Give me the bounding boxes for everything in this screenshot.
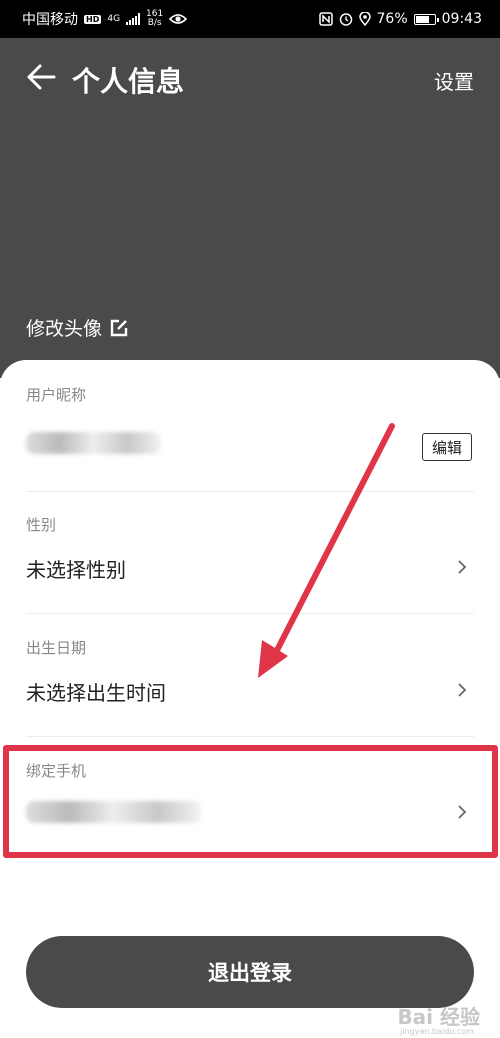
- chevron-right-icon: [458, 560, 467, 574]
- nfc-icon: [318, 12, 333, 26]
- network-speed: 161 B/s: [146, 10, 163, 28]
- birthday-row[interactable]: 未选择出生时间: [26, 677, 474, 706]
- birthday-label: 出生日期: [26, 639, 87, 657]
- divider: [26, 491, 474, 492]
- divider: [26, 736, 474, 737]
- page-title: 个人信息: [72, 65, 185, 98]
- gender-label: 性别: [26, 516, 57, 534]
- highlight-box: [3, 745, 498, 858]
- divider: [26, 613, 474, 614]
- eye-icon: [169, 14, 188, 24]
- hd-badge: HD: [84, 14, 102, 24]
- gender-label-row: 性别: [26, 514, 474, 535]
- network-type: 4G: [107, 13, 121, 24]
- nickname-value-row: [26, 432, 474, 458]
- profile-header: 个人信息 设置 修改头像: [0, 38, 500, 378]
- watermark-logo: Bai 经验: [397, 1005, 480, 1029]
- status-bar-left: 中国移动 HD 4G 161 B/s: [22, 9, 188, 29]
- watermark-url: jingyan.baidu.com: [400, 1027, 474, 1036]
- signal-icon: [126, 13, 141, 25]
- nickname-label-row: 用户昵称: [26, 384, 474, 405]
- birthday-value: 未选择出生时间: [26, 681, 166, 705]
- status-bar-right: 76% 09:43: [318, 11, 482, 27]
- birthday-label-row: 出生日期: [26, 637, 474, 658]
- settings-button[interactable]: 设置: [434, 66, 474, 95]
- logout-button[interactable]: 退出登录: [26, 936, 474, 1008]
- location-icon: [358, 12, 371, 26]
- battery-icon: [413, 13, 439, 25]
- edit-nickname-button[interactable]: 编辑: [422, 433, 472, 461]
- battery-percent: 76%: [376, 11, 408, 27]
- change-avatar-label: 修改头像: [26, 318, 103, 340]
- clock: 09:43: [441, 11, 482, 27]
- network-speed-unit: B/s: [147, 18, 162, 28]
- nickname-label: 用户昵称: [26, 386, 87, 404]
- change-avatar-button[interactable]: 修改头像: [26, 314, 128, 341]
- battery-fill: [415, 15, 429, 23]
- chevron-right-icon: [458, 683, 467, 697]
- alarm-icon: [339, 13, 352, 26]
- gender-row[interactable]: 未选择性别: [26, 554, 474, 583]
- gender-value: 未选择性别: [26, 558, 126, 582]
- back-arrow-icon[interactable]: [26, 62, 56, 92]
- carrier-name: 中国移动: [22, 12, 78, 28]
- nickname-value-blurred: [26, 432, 161, 454]
- status-bar: 中国移动 HD 4G 161 B/s 76% 09:43: [0, 0, 500, 38]
- edit-square-icon: [110, 319, 128, 336]
